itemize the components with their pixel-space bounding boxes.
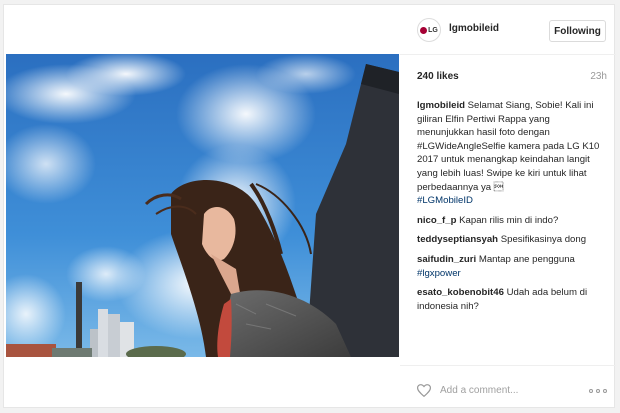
comment-author[interactable]: lgmobileid (417, 100, 465, 111)
following-button[interactable]: Following (549, 20, 606, 42)
username-link[interactable]: lgmobileid (449, 23, 499, 34)
post-card: LG lgmobileid Following 240 likes 23h lg… (3, 4, 616, 409)
add-comment-input[interactable] (440, 383, 560, 397)
post-side-panel: LG lgmobileid Following 240 likes 23h lg… (400, 5, 616, 409)
heart-icon[interactable] (417, 384, 431, 397)
comment-text: Mantap ane pengguna (478, 253, 575, 265)
caption-text: Selamat Siang, Sobie! Kali ini giliran E… (417, 100, 600, 193)
comment-footer (400, 365, 616, 409)
more-options-icon[interactable] (589, 389, 607, 393)
likes-row: 240 likes 23h (417, 71, 607, 85)
hashtag-link[interactable]: #lgxpower (417, 268, 461, 279)
photo-illustration (6, 54, 399, 357)
post-header: LG lgmobileid Following (400, 5, 616, 55)
comment-item: teddyseptiansyah Spesifikasinya dong (417, 233, 607, 247)
comment-author[interactable]: nico_f_p (417, 215, 456, 226)
comment-author[interactable]: saifudin_zuri (417, 254, 476, 265)
comment-author[interactable]: teddyseptiansyah (417, 234, 498, 245)
comments-list: lgmobileid Selamat Siang, Sobie! Kali in… (417, 99, 607, 319)
comment-item: esato_kobenobit46 Udah ada belum di indo… (417, 286, 607, 313)
dot-icon (589, 389, 593, 393)
hashtag-link[interactable]: #LGMobileID (417, 195, 473, 206)
comment-item: saifudin_zuri Mantap ane pengguna #lgxpo… (417, 253, 607, 280)
comment-text: Kapan rilis min di indo? (459, 214, 559, 226)
lg-logo-icon (420, 26, 428, 34)
avatar-text: LG (428, 26, 438, 34)
post-photo[interactable] (6, 54, 399, 357)
likes-count[interactable]: 240 likes (417, 71, 459, 82)
dot-icon (603, 389, 607, 393)
comment-author[interactable]: esato_kobenobit46 (417, 287, 504, 298)
post-timestamp[interactable]: 23h (590, 71, 607, 82)
comment-text: Spesifikasinya dong (500, 234, 587, 246)
avatar[interactable]: LG (417, 18, 441, 42)
dot-icon (596, 389, 600, 393)
comment-item: nico_f_p Kapan rilis min di indo? (417, 214, 607, 228)
caption: lgmobileid Selamat Siang, Sobie! Kali in… (417, 99, 607, 208)
